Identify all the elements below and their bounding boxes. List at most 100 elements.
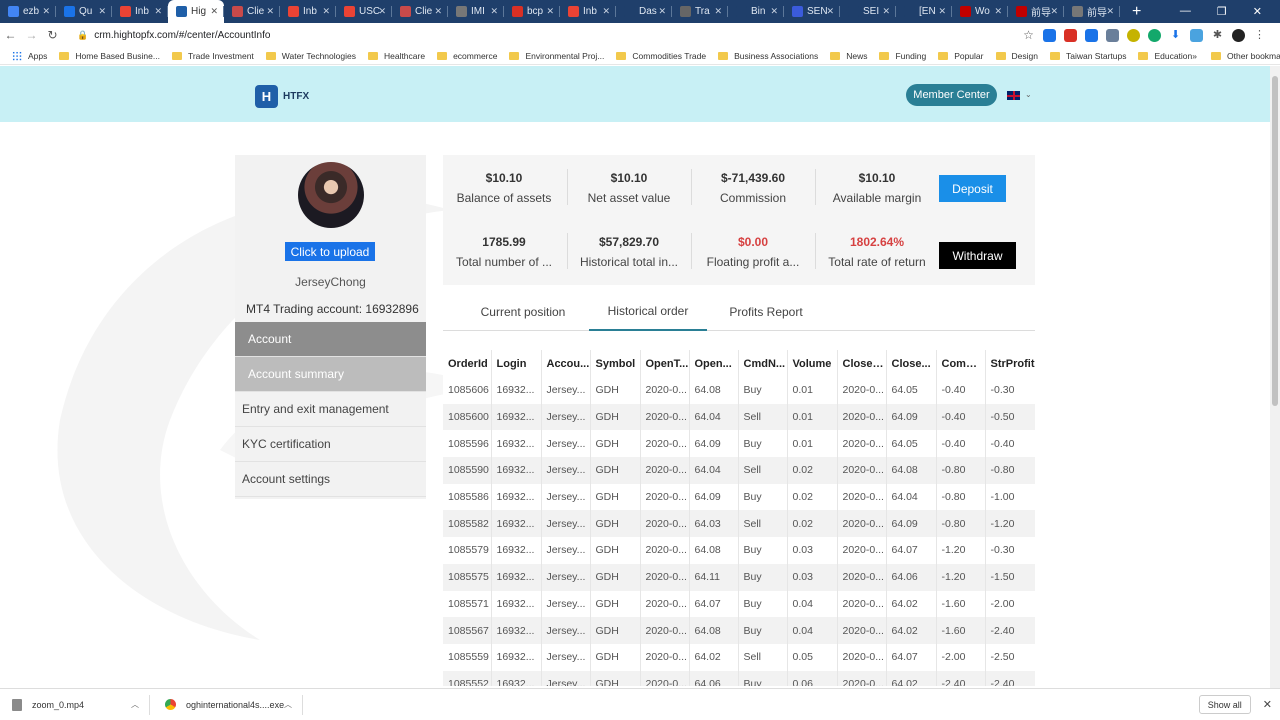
tab-close-icon[interactable]: ✕	[266, 6, 274, 17]
upload-avatar-button[interactable]: Click to upload	[285, 242, 375, 261]
tab-close-icon[interactable]: ✕	[1050, 6, 1058, 17]
chevron-up-icon[interactable]: ︿	[131, 699, 139, 710]
tab-close-icon[interactable]: ✕	[658, 6, 666, 17]
page-scrollbar[interactable]	[1270, 66, 1280, 688]
tab-close-icon[interactable]: ✕	[546, 6, 554, 17]
column-header[interactable]: Close...	[886, 350, 937, 377]
column-header[interactable]: Accou...	[541, 350, 591, 377]
table-row[interactable]: 1085567 16932... Jersey... GDH 2020-0... 64.0…	[443, 617, 1035, 644]
download-icon[interactable]: ⬇	[1169, 29, 1182, 42]
bookmark-folder[interactable]: Commodities Trade	[616, 51, 706, 61]
withdraw-button[interactable]: Withdraw	[939, 242, 1016, 269]
browser-tab[interactable]: 前导 ✕	[1008, 0, 1064, 23]
reload-icon[interactable]: ↻	[42, 28, 63, 42]
extension-icon[interactable]	[1190, 28, 1203, 42]
bookmark-star-icon[interactable]: ☆	[1022, 28, 1035, 42]
bookmark-folder[interactable]: ecommerce	[437, 51, 497, 61]
browser-tab[interactable]: Das ✕	[616, 0, 672, 23]
table-row[interactable]: 1085600 16932... Jersey... GDH 2020-0... 64.0…	[443, 403, 1035, 431]
table-row[interactable]: 1085582 16932... Jersey... GDH 2020-0... 64.0…	[443, 510, 1035, 538]
column-header[interactable]: CmdN...	[738, 350, 788, 377]
menu-item-account[interactable]: Account	[235, 322, 426, 357]
tab-profits-report[interactable]: Profits Report	[713, 293, 819, 331]
browser-tab[interactable]: ezb ✕	[0, 0, 56, 23]
column-header[interactable]: Comm...	[936, 350, 986, 377]
browser-tab[interactable]: Bin ✕	[728, 0, 784, 23]
chevron-up-icon[interactable]: ︿	[284, 699, 292, 710]
menu-item-account-summary[interactable]: Account summary	[235, 357, 426, 392]
back-icon[interactable]: ←	[0, 28, 21, 42]
browser-tab[interactable]: Hig ✕	[168, 0, 224, 23]
extension-icon[interactable]	[1106, 28, 1119, 42]
tab-close-icon[interactable]: ✕	[882, 6, 890, 17]
column-header[interactable]: Login	[491, 350, 542, 377]
more-bookmarks-icon[interactable]: »	[1192, 51, 1197, 61]
browser-tab[interactable]: Clie ✕	[392, 0, 448, 23]
tab-close-icon[interactable]: ✕	[154, 6, 162, 17]
table-row[interactable]: 1085586 16932... Jersey... GDH 2020-0... 64.0…	[443, 483, 1035, 511]
table-row[interactable]: 1085571 16932... Jersey... GDH 2020-0... 64.0…	[443, 590, 1035, 618]
column-header[interactable]: CloseT...	[837, 350, 887, 377]
table-row[interactable]: 1085575 16932... Jersey... GDH 2020-0... 64.1…	[443, 563, 1035, 591]
menu-item-kyc[interactable]: KYC certification	[235, 427, 426, 462]
bookmark-folder[interactable]: Home Based Busine...	[59, 51, 160, 61]
menu-item-account-settings[interactable]: Account settings	[235, 462, 426, 497]
site-logo[interactable]: H HTFX	[255, 85, 309, 108]
table-row[interactable]: 1085552 16932... Jersey... GDH 2020-0... 64.0…	[443, 670, 1035, 686]
bookmark-folder[interactable]: Environmental Proj...	[509, 51, 604, 61]
uk-flag-icon[interactable]	[1007, 91, 1020, 100]
tab-close-icon[interactable]: ✕	[938, 6, 946, 17]
tab-close-icon[interactable]: ✕	[98, 6, 106, 17]
browser-tab[interactable]: Clie ✕	[224, 0, 280, 23]
tab-historical-order[interactable]: Historical order	[589, 293, 707, 331]
tab-close-icon[interactable]: ✕	[770, 6, 778, 17]
browser-tab[interactable]: IMI ✕	[448, 0, 504, 23]
extensions-puzzle-icon[interactable]: ✱	[1211, 29, 1224, 42]
column-header[interactable]: OpenT...	[640, 350, 690, 377]
browser-tab[interactable]: Inb ✕	[280, 0, 336, 23]
table-row[interactable]: 1085606 16932... Jersey... GDH 2020-0... 64.0…	[443, 377, 1035, 404]
tab-close-icon[interactable]: ✕	[434, 6, 442, 17]
table-row[interactable]: 1085590 16932... Jersey... GDH 2020-0... 64.0…	[443, 457, 1035, 484]
tab-close-icon[interactable]: ✕	[490, 6, 498, 17]
new-tab-button[interactable]: +	[1132, 3, 1148, 21]
bookmark-folder[interactable]: Funding	[879, 51, 926, 61]
browser-tab[interactable]: 前导 ✕	[1064, 0, 1120, 23]
menu-item-entry-exit[interactable]: Entry and exit management	[235, 392, 426, 427]
deposit-button[interactable]: Deposit	[939, 175, 1006, 202]
tab-close-icon[interactable]: ✕	[826, 6, 834, 17]
extension-icon[interactable]	[1148, 28, 1161, 42]
table-row[interactable]: 1085596 16932... Jersey... GDH 2020-0... 64.0…	[443, 430, 1035, 458]
table-row[interactable]: 1085579 16932... Jersey... GDH 2020-0... 64.0…	[443, 537, 1035, 564]
bookmark-apps[interactable]: Apps	[12, 50, 47, 61]
menu-kebab-icon[interactable]: ⋮	[1253, 29, 1266, 42]
bookmark-folder[interactable]: Popular	[938, 51, 984, 61]
download-item[interactable]: oghinternational4s....exe ︿	[153, 694, 303, 715]
tab-close-icon[interactable]: ✕	[210, 6, 218, 17]
other-bookmarks[interactable]: Other bookmarks	[1211, 51, 1280, 61]
bookmark-folder[interactable]: News	[830, 51, 867, 61]
show-all-button[interactable]: Show all	[1198, 695, 1251, 714]
download-item[interactable]: zoom_0.mp4 ︿	[0, 694, 150, 715]
browser-tab[interactable]: SEI ✕	[840, 0, 896, 23]
browser-tab[interactable]: bcp ✕	[504, 0, 560, 23]
tab-close-icon[interactable]: ✕	[994, 6, 1002, 17]
bookmark-folder[interactable]: Trade Investment	[171, 51, 254, 61]
bookmark-folder[interactable]: Business Associations	[718, 51, 818, 61]
profile-avatar-icon[interactable]	[1232, 28, 1245, 42]
browser-tab[interactable]: Inb ✕	[112, 0, 168, 23]
extension-icon[interactable]	[1064, 28, 1077, 42]
tab-close-icon[interactable]: ✕	[322, 6, 330, 17]
extension-icon[interactable]	[1085, 28, 1098, 42]
member-center-button[interactable]: Member Center	[906, 84, 997, 106]
restore-icon[interactable]: ❐	[1217, 5, 1227, 18]
tab-close-icon[interactable]: ✕	[378, 6, 386, 17]
close-window-icon[interactable]: ✕	[1253, 5, 1262, 18]
extension-icon[interactable]	[1127, 28, 1140, 42]
column-header[interactable]: Open...	[689, 350, 739, 377]
forward-icon[interactable]: →	[21, 28, 42, 42]
bookmark-folder[interactable]: Water Technologies	[265, 51, 356, 61]
browser-tab[interactable]: SEN ✕	[784, 0, 840, 23]
close-icon[interactable]: ✕	[1263, 698, 1272, 711]
browser-tab[interactable]: USC ✕	[336, 0, 392, 23]
